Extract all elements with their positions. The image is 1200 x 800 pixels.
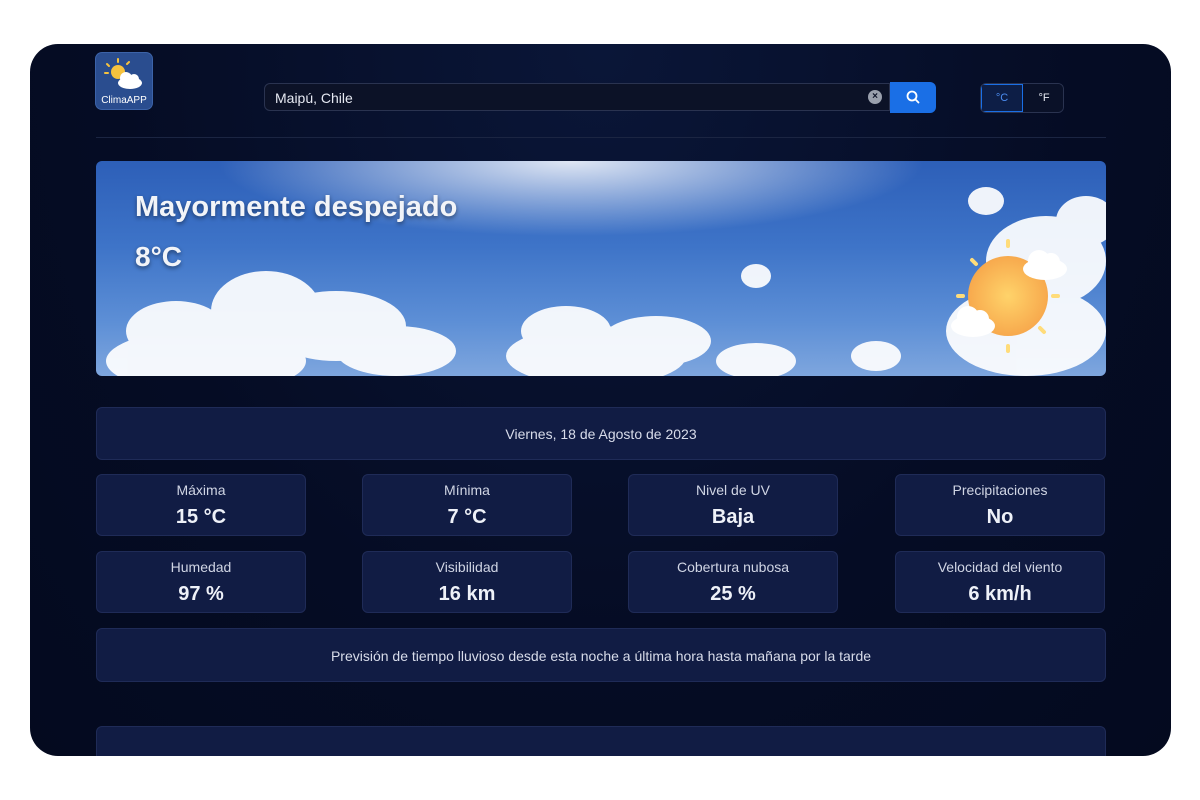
current-temperature: 8°C — [135, 241, 182, 272]
forecast-summary: Previsión de tiempo lluvioso desde esta … — [96, 628, 1106, 682]
stat-label: Cobertura nubosa — [676, 559, 790, 575]
stat-value: Baja — [711, 506, 755, 528]
app-window: ClimaAPP Maipú, Chile × °C °F Mayormente… — [30, 44, 1171, 756]
stat-label: Visibilidad — [435, 559, 499, 575]
clear-search-icon[interactable]: × — [868, 90, 882, 104]
stat-card-cloud-cover: Cobertura nubosa 25 % — [628, 551, 838, 613]
app-logo[interactable]: ClimaAPP — [96, 53, 152, 109]
search-button[interactable] — [890, 82, 936, 113]
search-icon — [906, 90, 920, 104]
stat-card-humidity: Humedad 97 % — [96, 551, 306, 613]
stat-value: 6 km/h — [968, 583, 1032, 605]
stat-value: 97 % — [178, 583, 224, 605]
app-logo-label: ClimaAPP — [101, 95, 147, 106]
stat-card-wind-speed: Velocidad del viento 6 km/h — [895, 551, 1105, 613]
stat-card-min: Mínima 7 °C — [362, 474, 572, 536]
stat-value: 15 °C — [175, 506, 227, 528]
header-divider — [96, 137, 1106, 138]
sun-cloud-icon — [104, 58, 142, 89]
weather-hero: Mayormente despejado 8°C — [96, 161, 1106, 376]
stat-label: Humedad — [170, 559, 232, 575]
unit-toggle: °C °F — [980, 83, 1064, 113]
stat-value: 25 % — [710, 583, 756, 605]
stat-label: Precipitaciones — [952, 482, 1048, 498]
stat-card-precipitation: Precipitaciones No — [895, 474, 1105, 536]
stat-card-max: Máxima 15 °C — [96, 474, 306, 536]
fahrenheit-button[interactable]: °F — [1023, 84, 1063, 112]
celsius-button[interactable]: °C — [981, 84, 1024, 112]
stat-label: Velocidad del viento — [937, 559, 1063, 575]
stat-value: 16 km — [438, 583, 496, 605]
bottom-panel — [96, 726, 1106, 756]
search-bar: Maipú, Chile × — [264, 82, 936, 113]
stat-value: 7 °C — [447, 506, 487, 528]
search-input[interactable]: Maipú, Chile — [264, 83, 890, 111]
stat-value: No — [986, 506, 1014, 528]
stat-card-uv: Nivel de UV Baja — [628, 474, 838, 536]
stat-label: Nivel de UV — [696, 482, 770, 498]
weather-condition: Mayormente despejado — [135, 191, 458, 223]
stat-label: Máxima — [176, 482, 226, 498]
stat-card-visibility: Visibilidad 16 km — [362, 551, 572, 613]
stat-label: Mínima — [444, 482, 490, 498]
date-card: Viernes, 18 de Agosto de 2023 — [96, 407, 1106, 460]
